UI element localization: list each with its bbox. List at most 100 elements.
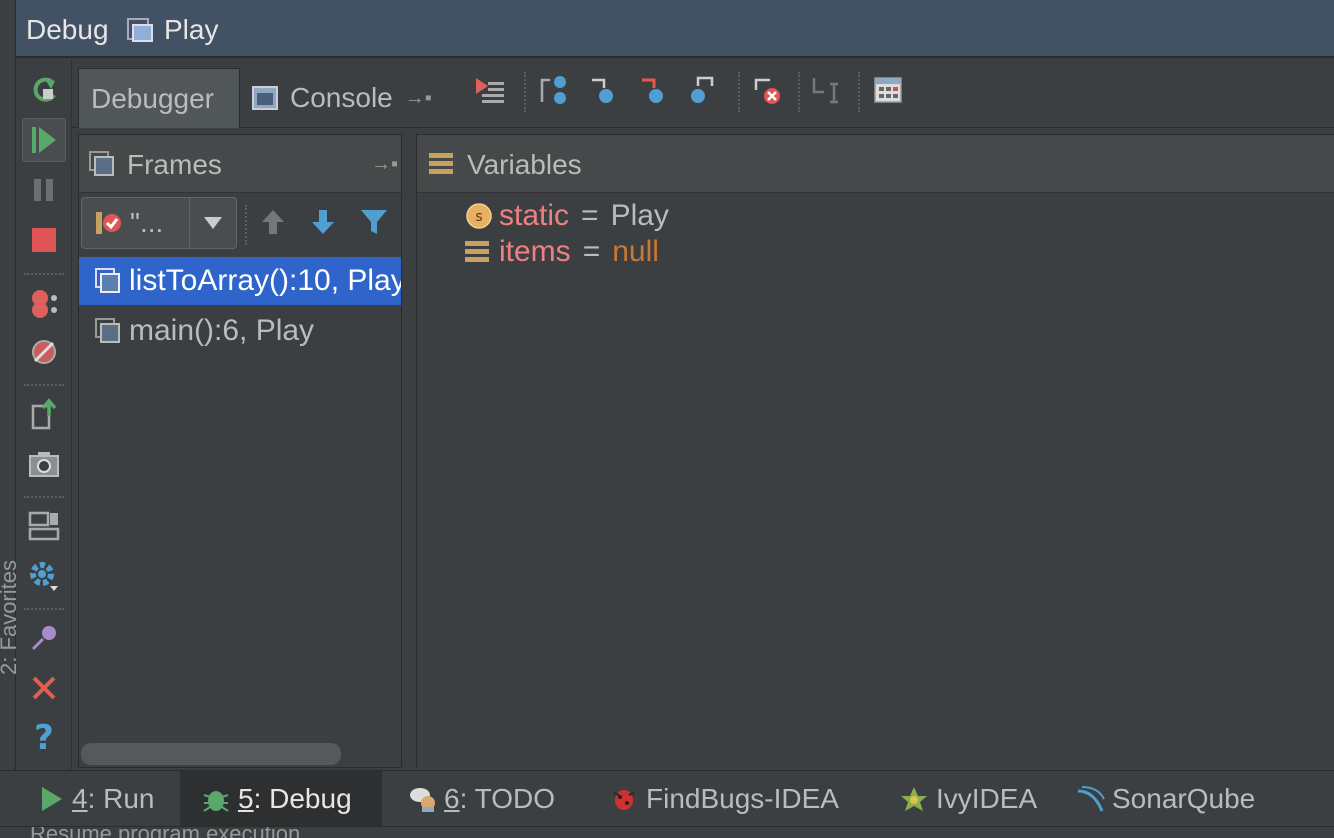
- tab-ivyidea[interactable]: IvyIDEA: [890, 771, 1047, 827]
- tab-sonarqube[interactable]: SonarQube: [1066, 771, 1265, 827]
- force-step-into-button[interactable]: [638, 74, 674, 110]
- previous-frame-button[interactable]: [259, 207, 287, 242]
- svg-text:s: s: [475, 209, 482, 225]
- run-config-icon: [126, 16, 154, 49]
- frames-header: Frames →▪: [79, 135, 401, 193]
- tab-console[interactable]: Console →▪: [240, 68, 452, 128]
- thread-selector-value: "...: [130, 207, 164, 238]
- variable-row[interactable]: s static = Play: [465, 197, 669, 235]
- pin-arrow-icon: →▪: [404, 86, 432, 109]
- pause-icon: [34, 179, 53, 201]
- debug-title: Debug: [26, 14, 109, 45]
- variable-row[interactable]: items = null: [465, 233, 659, 271]
- frame-icon: [95, 318, 120, 343]
- frame-item[interactable]: main():6, Play: [79, 307, 401, 355]
- tab-run-label: : Run: [87, 783, 155, 814]
- help-icon: ?: [34, 718, 54, 758]
- pin-tab-button[interactable]: [22, 616, 66, 660]
- show-execution-point-button[interactable]: [474, 74, 510, 110]
- step-over-icon: [540, 76, 566, 104]
- run-config-name: Play: [164, 14, 219, 45]
- variable-value: null: [612, 235, 659, 268]
- step-out-button[interactable]: [688, 74, 724, 110]
- export-threads-button[interactable]: [22, 392, 66, 436]
- title-bar: Debug Play: [0, 0, 1334, 58]
- tool-window-bar: 4: Run 5: Debug 6: TODO FindBugs-IDEA Iv…: [0, 770, 1334, 827]
- field-icon: [465, 241, 489, 262]
- debug-tabs-toolbar: Debugger Console →▪: [72, 60, 1334, 128]
- hide-panel-icon[interactable]: →▪: [371, 153, 398, 176]
- stop-button[interactable]: [22, 218, 66, 262]
- close-button[interactable]: [22, 666, 66, 710]
- tab-run[interactable]: 4: Run: [28, 771, 167, 827]
- variable-name: static: [499, 199, 570, 232]
- mute-breakpoints-icon: [32, 340, 56, 364]
- next-frame-button[interactable]: [309, 207, 337, 242]
- view-breakpoints-button[interactable]: [22, 282, 66, 326]
- frames-panel: Frames →▪ "... listToArray():10, Play ma…: [78, 134, 402, 768]
- tab-ivyidea-label: IvyIDEA: [936, 783, 1038, 814]
- tab-console-label: Console: [290, 82, 393, 113]
- tab-debugger-label: Debugger: [91, 82, 214, 114]
- tab-findbugs-label: FindBugs-IDEA: [646, 783, 839, 814]
- step-into-button[interactable]: [588, 74, 624, 110]
- variables-header: Variables: [417, 135, 1334, 193]
- frame-icon: [95, 268, 120, 293]
- ivy-icon: [901, 787, 927, 811]
- tab-debug-number: 5: [238, 783, 254, 814]
- variable-equals: =: [581, 199, 599, 232]
- frames-icon: [89, 151, 114, 176]
- gear-icon: [30, 562, 58, 591]
- rerun-button[interactable]: [22, 68, 66, 112]
- evaluate-expression-button[interactable]: [872, 74, 908, 110]
- force-step-into-icon: [642, 78, 663, 103]
- mute-breakpoints-button[interactable]: [22, 330, 66, 374]
- step-over-button[interactable]: [538, 74, 574, 110]
- tab-todo[interactable]: 6: TODO: [398, 771, 565, 827]
- findbugs-icon: [613, 790, 635, 810]
- drop-frame-icon: [754, 78, 780, 104]
- tab-sonarqube-label: SonarQube: [1112, 783, 1256, 814]
- restore-layout-button[interactable]: [22, 504, 66, 548]
- arrow-down-icon: [312, 210, 334, 234]
- thread-dropdown-button[interactable]: [189, 197, 237, 249]
- favorites-stripe[interactable]: 2: Favorites: [0, 0, 21, 838]
- frame-label: listToArray():10, Play: [129, 264, 401, 297]
- settings-button[interactable]: [22, 554, 66, 598]
- filter-frames-button[interactable]: [359, 207, 389, 242]
- frames-horizontal-scrollbar[interactable]: [81, 743, 341, 765]
- help-button[interactable]: ?: [22, 716, 66, 760]
- breakpoints-icon: [32, 290, 57, 318]
- tab-debug[interactable]: 5: Debug: [180, 771, 382, 827]
- variable-name: items: [499, 235, 571, 268]
- frames-toolbar: "...: [79, 193, 401, 255]
- camera-icon: [29, 452, 59, 477]
- debug-side-toolbar: ?: [16, 60, 72, 770]
- todo-icon: [410, 788, 435, 812]
- variables-title: Variables: [467, 149, 582, 180]
- frame-label: main():6, Play: [129, 314, 315, 347]
- sonarqube-icon: [1077, 786, 1105, 812]
- tab-debugger[interactable]: Debugger: [78, 68, 240, 128]
- drop-frame-button[interactable]: [750, 74, 786, 110]
- status-bar: Resume program execution: [0, 826, 1334, 838]
- rerun-icon: [33, 77, 56, 102]
- variable-value: Play: [610, 199, 669, 232]
- run-icon: [42, 787, 62, 811]
- variables-icon: [429, 153, 453, 174]
- run-to-cursor-button[interactable]: [810, 74, 846, 110]
- resume-button[interactable]: [22, 118, 66, 162]
- tab-todo-number: 6: [444, 783, 460, 814]
- thread-icon: [96, 212, 121, 234]
- tab-todo-label: : TODO: [459, 783, 556, 814]
- status-text: Resume program execution: [30, 827, 300, 838]
- run-to-cursor-icon: [812, 78, 838, 104]
- resume-icon: [32, 127, 56, 153]
- frame-item[interactable]: listToArray():10, Play: [79, 257, 401, 305]
- tab-findbugs[interactable]: FindBugs-IDEA: [600, 771, 849, 827]
- pause-button[interactable]: [22, 168, 66, 212]
- pin-icon: [31, 626, 56, 651]
- variables-panel: Variables s static = Play items = null: [416, 134, 1334, 768]
- step-out-icon: [691, 76, 714, 103]
- get-thread-dump-button[interactable]: [22, 442, 66, 486]
